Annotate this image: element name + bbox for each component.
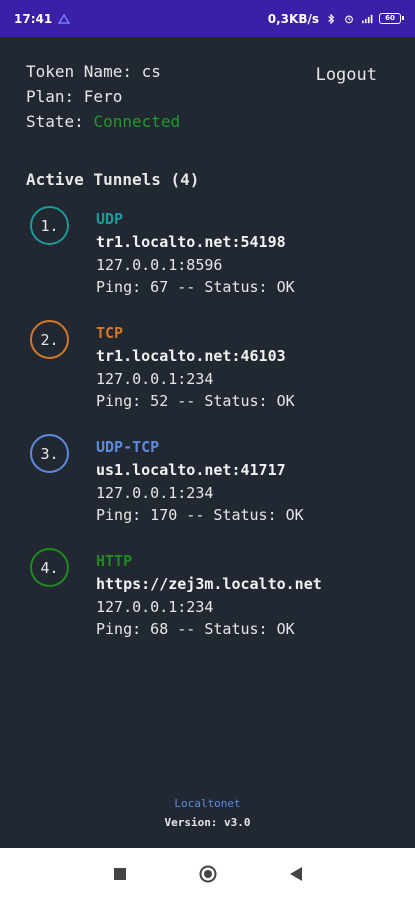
plan-label: Plan: <box>26 87 84 106</box>
tunnel-local-address: 127.0.0.1:234 <box>96 484 214 502</box>
bluetooth-icon <box>328 13 335 24</box>
tunnel-item[interactable]: 2. TCP tr1.localto.net:46103 127.0.0.1:2… <box>30 320 400 425</box>
alarm-icon <box>345 15 353 23</box>
tunnel-local-address: 127.0.0.1:234 <box>96 370 214 388</box>
active-tunnels-title: Active Tunnels (4) <box>26 170 200 189</box>
account-info: Token Name: cs Plan: Fero State: Connect… <box>26 59 180 134</box>
network-speed: 0,3KB/s <box>267 11 319 26</box>
tunnel-index-badge: 4. <box>30 548 69 587</box>
tunnel-item[interactable]: 1. UDP tr1.localto.net:54198 127.0.0.1:8… <box>30 206 400 311</box>
tunnel-ping-status: Ping: 67 -- Status: OK <box>96 278 295 296</box>
tunnel-ping-status: Ping: 68 -- Status: OK <box>96 620 295 638</box>
status-time: 17:41 <box>14 11 53 26</box>
tunnel-ping-status: Ping: 52 -- Status: OK <box>96 392 295 410</box>
state-value: Connected <box>93 112 181 131</box>
circle-icon <box>199 865 216 883</box>
tunnel-ping-status: Ping: 170 -- Status: OK <box>96 506 304 524</box>
tunnel-address: tr1.localto.net:54198 <box>96 233 286 251</box>
main-content: Token Name: cs Plan: Fero State: Connect… <box>0 37 415 848</box>
brand-name: Localtonet <box>174 797 241 810</box>
token-label: Token Name: <box>26 62 142 81</box>
tunnel-address: https://zej3m.localto.net <box>96 575 322 593</box>
token-name-row: Token Name: cs <box>26 59 180 84</box>
tunnel-index-badge: 2. <box>30 320 69 359</box>
state-row: State: Connected <box>26 109 180 134</box>
tunnel-index-badge: 3. <box>30 434 69 473</box>
notification-icon <box>58 13 71 24</box>
tunnel-address: tr1.localto.net:46103 <box>96 347 286 365</box>
app-version: Version: v3.0 <box>164 816 251 829</box>
battery-icon: 60 <box>379 13 404 24</box>
tunnel-protocol: HTTP <box>96 552 133 570</box>
tunnel-index-badge: 1. <box>30 206 69 245</box>
tunnel-address: us1.localto.net:41717 <box>96 461 286 479</box>
logout-button[interactable]: Logout <box>316 65 377 85</box>
square-icon <box>113 868 126 880</box>
status-bar: 17:41 0,3KB/s 60 <box>0 0 415 37</box>
state-label: State: <box>26 112 94 131</box>
plan-row: Plan: Fero <box>26 84 180 109</box>
back-triangle-icon <box>289 867 302 881</box>
footer: Localtonet Version: v3.0 <box>0 794 415 832</box>
tunnel-protocol: UDP-TCP <box>96 438 160 456</box>
tunnel-item[interactable]: 4. HTTP https://zej3m.localto.net 127.0.… <box>30 548 400 653</box>
signal-icon <box>362 14 373 23</box>
token-value: cs <box>141 62 161 81</box>
tunnel-local-address: 127.0.0.1:8596 <box>96 256 223 274</box>
home-button[interactable] <box>198 864 218 884</box>
back-button[interactable] <box>286 864 306 884</box>
system-nav-bar <box>0 848 415 900</box>
tunnel-protocol: UDP <box>96 210 124 228</box>
tunnel-protocol: TCP <box>96 324 124 342</box>
tunnel-local-address: 127.0.0.1:234 <box>96 598 214 616</box>
plan-value: Fero <box>83 87 123 106</box>
recents-button[interactable] <box>110 864 130 884</box>
tunnel-item[interactable]: 3. UDP-TCP us1.localto.net:41717 127.0.0… <box>30 434 400 539</box>
battery-level: 60 <box>385 14 395 22</box>
